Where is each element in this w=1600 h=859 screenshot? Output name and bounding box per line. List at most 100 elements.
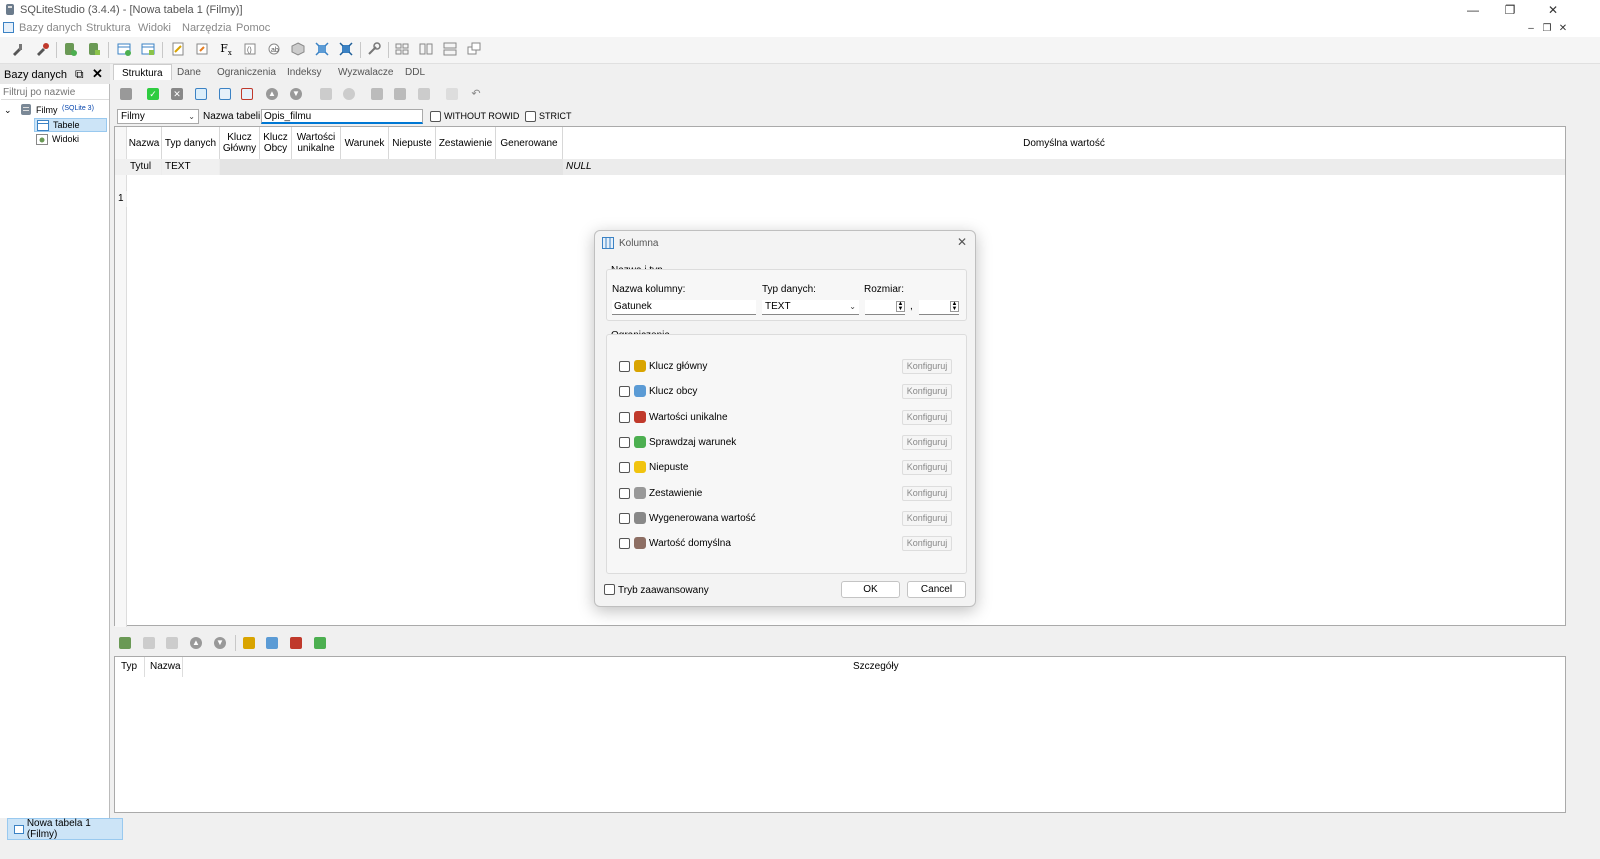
constraint-checkbox[interactable] [619, 361, 630, 372]
constraint-checkbox[interactable] [619, 512, 630, 524]
menu-pomoc[interactable]: Pomoc [236, 22, 270, 34]
tile-horizontal-button[interactable] [416, 40, 436, 60]
mdi-minimize-icon[interactable]: – [1524, 21, 1538, 35]
functions-button[interactable]: Fx [216, 40, 236, 60]
tab-wyzwalacze[interactable]: Wyzwalacze [330, 64, 401, 80]
edit-constraint-button[interactable] [141, 635, 157, 651]
extensions-button[interactable]: ab [264, 40, 284, 60]
edit-column-button[interactable] [217, 86, 233, 102]
close-button[interactable]: ✕ [1530, 0, 1576, 20]
edit-table-button[interactable] [138, 40, 158, 60]
dialog-close-icon[interactable]: ✕ [957, 235, 967, 249]
table-import-button[interactable] [392, 86, 408, 102]
collations-button[interactable]: () [240, 40, 260, 60]
cell-constraints[interactable] [220, 159, 563, 175]
size-input-2[interactable]: ▲ ▼ [919, 300, 959, 315]
table-settings-button[interactable] [341, 86, 357, 102]
cell-default[interactable]: NULL [563, 159, 1565, 175]
constraint-up-button[interactable]: ▲ [188, 635, 204, 651]
tree-db-name[interactable]: Filmy [36, 105, 58, 115]
database-select[interactable]: Filmy ⌄ [117, 109, 199, 124]
import-button[interactable] [288, 40, 308, 60]
filter-input[interactable] [1, 86, 109, 100]
header-szczegoly[interactable]: Szczegóły [853, 661, 899, 672]
cell-name[interactable]: Tytul [127, 159, 162, 175]
new-table-button[interactable] [114, 40, 134, 60]
header-nazwa[interactable]: Nazwa [127, 127, 162, 159]
export-button[interactable] [312, 40, 332, 60]
constraint-down-button[interactable]: ▼ [212, 635, 228, 651]
delete-constraint-button[interactable] [164, 635, 180, 651]
constraint-checkbox[interactable] [619, 411, 630, 423]
size-input-1[interactable]: ▲ ▼ [865, 300, 905, 315]
refresh-button[interactable] [118, 86, 134, 102]
add-check-button[interactable] [312, 635, 328, 651]
constraint-checkbox[interactable] [619, 462, 630, 474]
sql-editor-button[interactable] [168, 40, 188, 60]
commit-button[interactable]: ✓ [145, 86, 161, 102]
without-rowid-checkbox[interactable] [430, 111, 441, 122]
table-modify-button[interactable] [318, 86, 334, 102]
move-down-button[interactable]: ▼ [288, 86, 304, 102]
spin-icon[interactable]: ▲ ▼ [896, 301, 905, 312]
configure-button[interactable]: Konfiguruj [902, 536, 952, 552]
header-warunek[interactable]: Warunek [341, 127, 389, 159]
constraint-checkbox[interactable] [619, 538, 630, 550]
header-domyslna-wartosc[interactable]: Domyślna wartość [563, 127, 1565, 159]
spin-icon[interactable]: ▲ ▼ [950, 301, 959, 312]
tab-ograniczenia[interactable]: Ograniczenia [209, 64, 284, 80]
constraint-checkbox[interactable] [619, 436, 630, 448]
menu-narzedzia[interactable]: Narzędzia [182, 22, 232, 34]
config-button[interactable] [364, 40, 384, 60]
menu-widoki[interactable]: Widoki [138, 22, 171, 34]
configure-button[interactable]: Konfiguruj [902, 359, 952, 374]
cell-type[interactable]: TEXT [162, 159, 220, 175]
add-unique-button[interactable] [288, 635, 304, 651]
add-column-button[interactable] [193, 86, 209, 102]
rollback-button[interactable]: ✕ [169, 86, 185, 102]
table-ddl-button[interactable] [444, 86, 460, 102]
connect-db-button[interactable] [8, 40, 28, 60]
header-klucz-glowny[interactable]: Klucz Główny [220, 127, 260, 159]
header-wartosci-unikalne[interactable]: Wartości unikalne [292, 127, 341, 159]
add-constraint-button[interactable] [117, 635, 133, 651]
tree-item-tables[interactable]: Tabele [34, 118, 107, 132]
tree-item-views[interactable]: Widoki [34, 133, 107, 147]
maximize-button[interactable]: ❐ [1487, 0, 1533, 20]
constraint-checkbox[interactable] [619, 487, 630, 499]
table-export-button[interactable] [369, 86, 385, 102]
header-typ[interactable]: Typ [121, 661, 137, 672]
cascade-button[interactable] [464, 40, 484, 60]
add-db-button[interactable] [60, 40, 80, 60]
history-button[interactable] [192, 40, 212, 60]
menu-bazy-danych[interactable]: Bazy danych [19, 22, 82, 34]
column-name-input[interactable]: Gatunek [612, 300, 756, 315]
tab-indeksy[interactable]: Indeksy [279, 64, 329, 80]
add-pk-button[interactable] [241, 635, 257, 651]
configure-button[interactable]: Konfiguruj [902, 510, 952, 526]
tile-button[interactable] [392, 40, 412, 60]
configure-button[interactable]: Konfiguruj [902, 485, 952, 501]
advanced-mode-checkbox[interactable] [604, 584, 615, 595]
header-generowane[interactable]: Generowane [496, 127, 563, 159]
delete-column-button[interactable] [239, 86, 255, 102]
edit-db-button[interactable] [84, 40, 104, 60]
close-panel-icon[interactable]: ✕ [92, 66, 103, 82]
configure-button[interactable]: Konfiguruj [902, 434, 952, 450]
populate-button[interactable] [336, 40, 356, 60]
add-fk-button[interactable] [264, 635, 280, 651]
float-panel-icon[interactable]: ⧉ [75, 67, 84, 82]
cancel-button[interactable]: Cancel [907, 581, 966, 598]
constraint-checkbox[interactable] [619, 386, 630, 398]
table-populate-button[interactable] [416, 86, 432, 102]
strict-checkbox[interactable] [525, 111, 536, 122]
move-up-button[interactable]: ▲ [264, 86, 280, 102]
header-zestawienie[interactable]: Zestawienie [436, 127, 496, 159]
tab-dane[interactable]: Dane [169, 64, 209, 80]
header-klucz-obcy[interactable]: Klucz Obcy [260, 127, 292, 159]
disconnect-db-button[interactable] [32, 40, 52, 60]
table-name-input[interactable]: Opis_filmu [261, 109, 423, 124]
table-row[interactable]: 1 Tytul TEXT NULL [115, 159, 1565, 207]
configure-button[interactable]: Konfiguruj [902, 384, 952, 400]
configure-button[interactable]: Konfiguruj [902, 460, 952, 476]
